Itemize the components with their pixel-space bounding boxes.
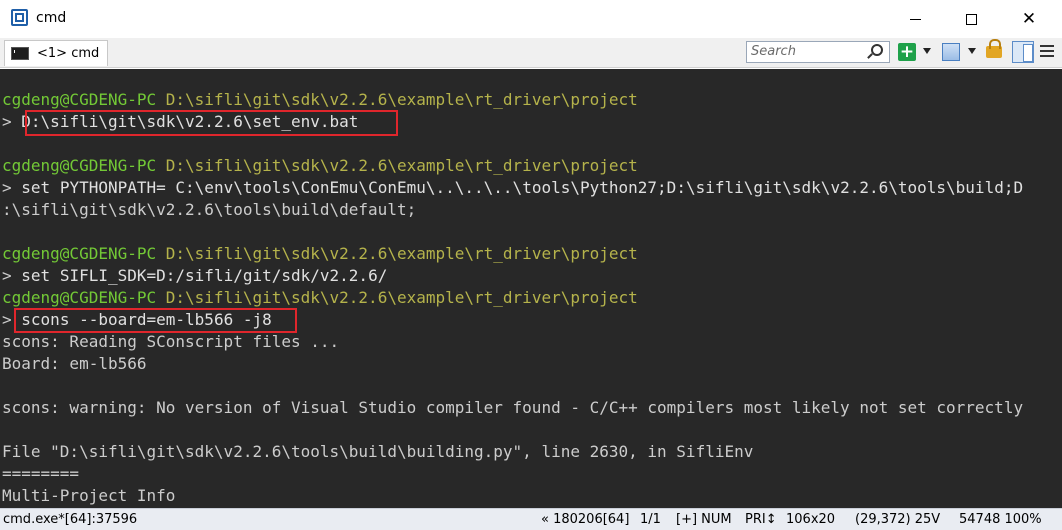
output-line: File "D:\sifli\git\sdk\v2.2.6\tools\buil… xyxy=(2,442,754,461)
panel-view-icon[interactable] xyxy=(1012,41,1034,63)
maximize-button[interactable] xyxy=(948,0,994,38)
window-title: cmd xyxy=(36,10,67,26)
new-console-dropdown-icon[interactable] xyxy=(923,48,931,54)
command-line: > set SIFLI_SDK=D:/sifli/git/sdk/v2.2.6/ xyxy=(2,266,388,285)
minimize-icon xyxy=(909,18,921,20)
status-page: 1/1 xyxy=(640,512,661,527)
status-priority: PRI↕ xyxy=(745,512,777,527)
console-icon xyxy=(11,47,29,60)
status-coords: (29,372) 25V xyxy=(855,512,941,527)
menu-icon[interactable] xyxy=(1040,45,1054,59)
new-console-icon[interactable]: + xyxy=(898,43,916,61)
status-num: [+] NUM xyxy=(676,512,732,527)
status-position: « 180206[64] xyxy=(541,512,630,527)
status-process: cmd.exe*[64]:37596 xyxy=(3,512,138,527)
prompt-line: cgdeng@CGDENG-PC D:\sifli\git\sdk\v2.2.6… xyxy=(2,288,638,307)
status-bar: cmd.exe*[64]:37596 « 180206[64] 1/1 [+] … xyxy=(0,508,1062,530)
output-line: Multi-Project Info xyxy=(2,486,176,505)
highlight-box xyxy=(14,308,297,333)
console-area[interactable]: cgdeng@CGDENG-PC D:\sifli\git\sdk\v2.2.6… xyxy=(0,69,1062,508)
close-button[interactable]: ✕ xyxy=(1006,0,1052,38)
highlight-box xyxy=(25,110,398,136)
minimize-button[interactable] xyxy=(892,0,938,38)
tab-cmd[interactable]: <1> cmd xyxy=(4,40,108,66)
lock-icon[interactable] xyxy=(986,39,1002,58)
close-icon: ✕ xyxy=(1021,8,1037,29)
layout-dropdown-icon[interactable] xyxy=(968,48,976,54)
command-line: > set PYTHONPATH= C:\env\tools\ConEmu\Co… xyxy=(2,178,1024,197)
status-memory: 54748 100% xyxy=(959,512,1042,527)
output-line: Board: em-lb566 xyxy=(2,354,147,373)
maximize-icon xyxy=(965,13,977,25)
title-bar: cmd ✕ xyxy=(0,0,1062,38)
conemu-app-icon[interactable] xyxy=(11,9,28,26)
output-line: ======== xyxy=(2,464,80,483)
prompt-line: cgdeng@CGDENG-PC D:\sifli\git\sdk\v2.2.6… xyxy=(2,244,638,263)
status-size: 106x20 xyxy=(786,512,836,527)
split-layout-icon[interactable] xyxy=(942,43,960,61)
tab-label: <1> cmd xyxy=(37,46,100,61)
prompt-line: cgdeng@CGDENG-PC D:\sifli\git\sdk\v2.2.6… xyxy=(2,90,638,109)
search-icon[interactable] xyxy=(871,44,883,56)
output-line: scons: warning: No version of Visual Stu… xyxy=(2,398,1024,417)
output-line: :\sifli\git\sdk\v2.2.6\tools\build\defau… xyxy=(2,200,417,219)
prompt-line: cgdeng@CGDENG-PC D:\sifli\git\sdk\v2.2.6… xyxy=(2,156,638,175)
output-line: scons: Reading SConscript files ... xyxy=(2,332,340,351)
search-input[interactable]: Search xyxy=(746,41,890,63)
